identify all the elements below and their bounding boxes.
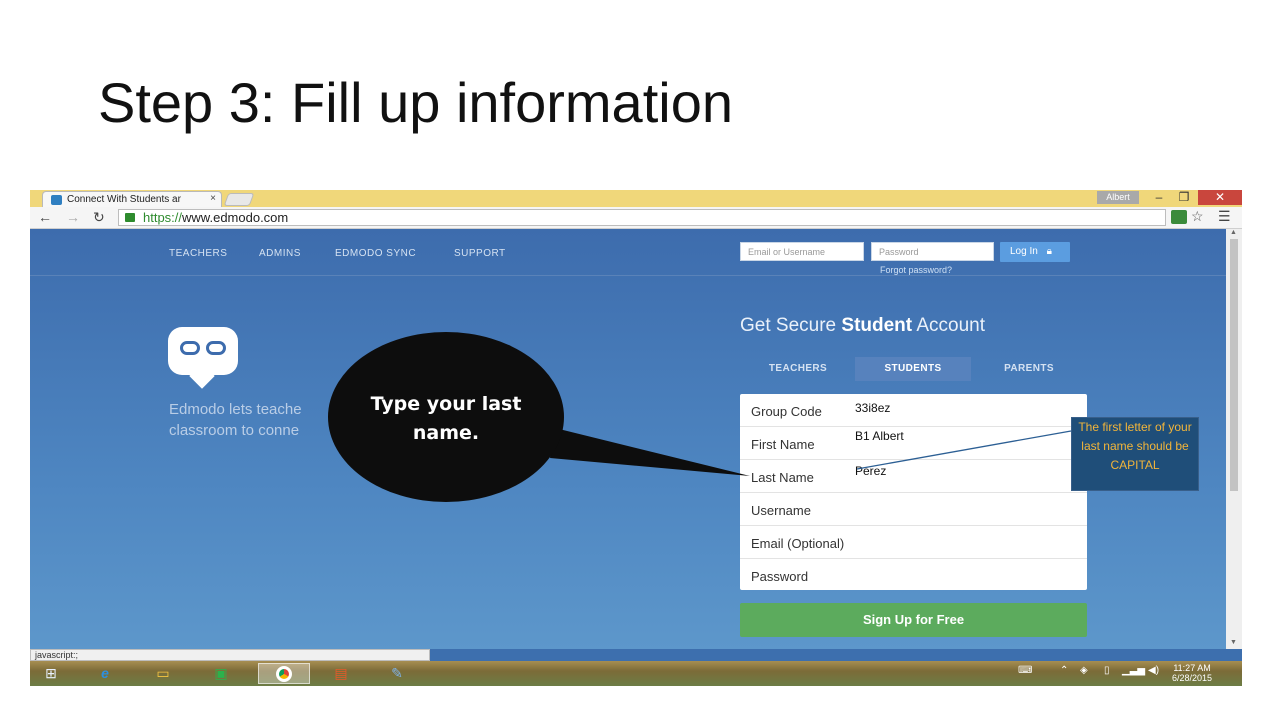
clock-date: 6/28/2015 [1172,673,1213,683]
forgot-password-link[interactable]: Forgot password? [880,265,952,275]
nav-support[interactable]: SUPPORT [454,248,506,259]
login-password-input[interactable]: Password [871,242,994,261]
windows-taskbar: ⊞ e ▭ ▣ ▤ ✎ ⌨ ⌃ ◈ ▯ ▁▃▅ ◀) 11:27 AM 6/28… [30,661,1242,686]
antivirus-icon[interactable]: ◈ [1080,665,1088,676]
chrome-logo [276,666,292,682]
battery-icon[interactable]: ▯ [1104,665,1110,676]
page-scrollbar[interactable]: ▲ ▼ [1226,229,1242,649]
email-label: Email (Optional) [751,536,845,551]
restore-icon[interactable]: ❐ [1171,190,1197,205]
chrome-icon[interactable] [258,663,310,684]
capital-letter-note: The first letter of your last name shoul… [1071,417,1199,491]
login-email-input[interactable]: Email or Username [740,242,864,261]
first-name-label: First Name [751,437,815,452]
tab-strip: Connect With Students ar × Albert – ❐ ✕ [30,190,1242,207]
keyboard-icon[interactable]: ⌨ [1018,665,1032,676]
first-name-value: B1 Albert [855,429,904,443]
file-explorer-icon[interactable]: ▭ [148,663,178,684]
edmodo-page: TEACHERS ADMINS EDMODO SYNC SUPPORT Emai… [30,229,1226,649]
logo-eye-right [206,341,226,355]
lock-icon [125,213,135,222]
password-field[interactable]: Password [740,559,1087,592]
edmodo-logo [168,327,238,389]
extension-icon[interactable] [1171,210,1187,224]
nav-admins[interactable]: ADMINS [259,248,301,259]
logo-eye-left [180,341,200,355]
slide: Step 3: Fill up information Connect With… [0,0,1280,720]
last-name-label: Last Name [751,470,814,485]
first-name-field[interactable]: First Name B1 Albert [740,427,1087,460]
address-bar[interactable]: https://www.edmodo.com [118,209,1166,226]
tab-students[interactable]: STUDENTS [855,357,971,381]
email-field[interactable]: Email (Optional) [740,526,1087,559]
windows-start-icon[interactable]: ⊞ [36,663,66,684]
scroll-up-icon[interactable]: ▲ [1230,229,1237,236]
sign-up-button[interactable]: Sign Up for Free [740,603,1087,637]
nav-teachers[interactable]: TEACHERS [169,248,227,259]
browser-screenshot: Connect With Students ar × Albert – ❐ ✕ … [30,190,1242,686]
paint-icon[interactable]: ✎ [382,663,412,684]
reload-icon[interactable]: ↻ [93,209,105,226]
callout-bubble: Type your last name. [328,332,564,502]
last-name-field[interactable]: Last Name Perez [740,460,1087,493]
volume-icon[interactable]: ◀) [1148,665,1159,676]
scroll-thumb[interactable] [1230,239,1238,491]
store-icon[interactable]: ▣ [206,663,236,684]
browser-toolbar: ← → ↻ https://www.edmodo.com ☆ ☰ [30,207,1242,229]
site-top-nav: TEACHERS ADMINS EDMODO SYNC SUPPORT Emai… [30,229,1226,276]
internet-explorer-icon[interactable]: e [90,663,120,684]
new-tab-button[interactable] [223,193,255,206]
callout-bubble-text: Type your last name. [370,393,522,444]
signal-icon[interactable]: ▁▃▅ [1122,665,1145,676]
lock-icon: 🔒︎ [1046,246,1052,257]
status-bar: javascript:; [30,649,430,661]
signup-heading-post: Account [912,315,985,336]
minimize-icon[interactable]: – [1146,190,1172,205]
edmodo-favicon-icon [51,195,62,205]
tab-title: Connect With Students ar [67,194,181,205]
nav-edmodo-sync[interactable]: EDMODO SYNC [335,248,416,259]
signup-form: Group Code 33i8ez First Name B1 Albert L… [740,394,1087,590]
url-scheme: https:// [143,210,183,225]
slide-title: Step 3: Fill up information [98,71,733,134]
group-code-value: 33i8ez [855,401,891,415]
taskbar-clock[interactable]: 11:27 AM 6/28/2015 [1172,663,1212,683]
signup-heading: Get Secure Student Account [740,315,985,337]
last-name-value: Perez [855,464,887,478]
back-arrow-icon[interactable]: ← [38,209,52,225]
username-field[interactable]: Username [740,493,1087,526]
close-window-icon[interactable]: ✕ [1198,190,1242,205]
tab-teachers[interactable]: TEACHERS [757,357,839,381]
url-host: www.edmodo.com [182,210,289,225]
password-label: Password [751,569,809,584]
tray-expand-icon[interactable]: ⌃ [1060,665,1068,676]
forward-arrow-icon[interactable]: → [66,209,80,225]
group-code-label: Group Code [751,404,822,419]
tab-close-icon[interactable]: × [210,193,216,204]
profile-name-chip[interactable]: Albert [1097,191,1139,204]
scroll-down-icon[interactable]: ▼ [1230,639,1237,646]
signup-heading-pre: Get Secure [740,315,842,336]
group-code-field[interactable]: Group Code 33i8ez [740,394,1087,427]
username-label: Username [751,503,811,518]
photos-icon[interactable]: ▤ [326,663,356,684]
bookmark-star-icon[interactable]: ☆ [1191,208,1204,225]
menu-hamburger-icon[interactable]: ☰ [1218,208,1231,225]
clock-time: 11:27 AM [1173,663,1211,673]
login-button-label: Log In [1010,246,1038,257]
tab-parents[interactable]: PARENTS [988,357,1070,381]
logo-tail [189,363,215,389]
login-button[interactable]: Log In 🔒︎ [1000,242,1070,262]
signup-heading-bold: Student [841,315,913,336]
browser-tab[interactable]: Connect With Students ar × [42,191,222,207]
